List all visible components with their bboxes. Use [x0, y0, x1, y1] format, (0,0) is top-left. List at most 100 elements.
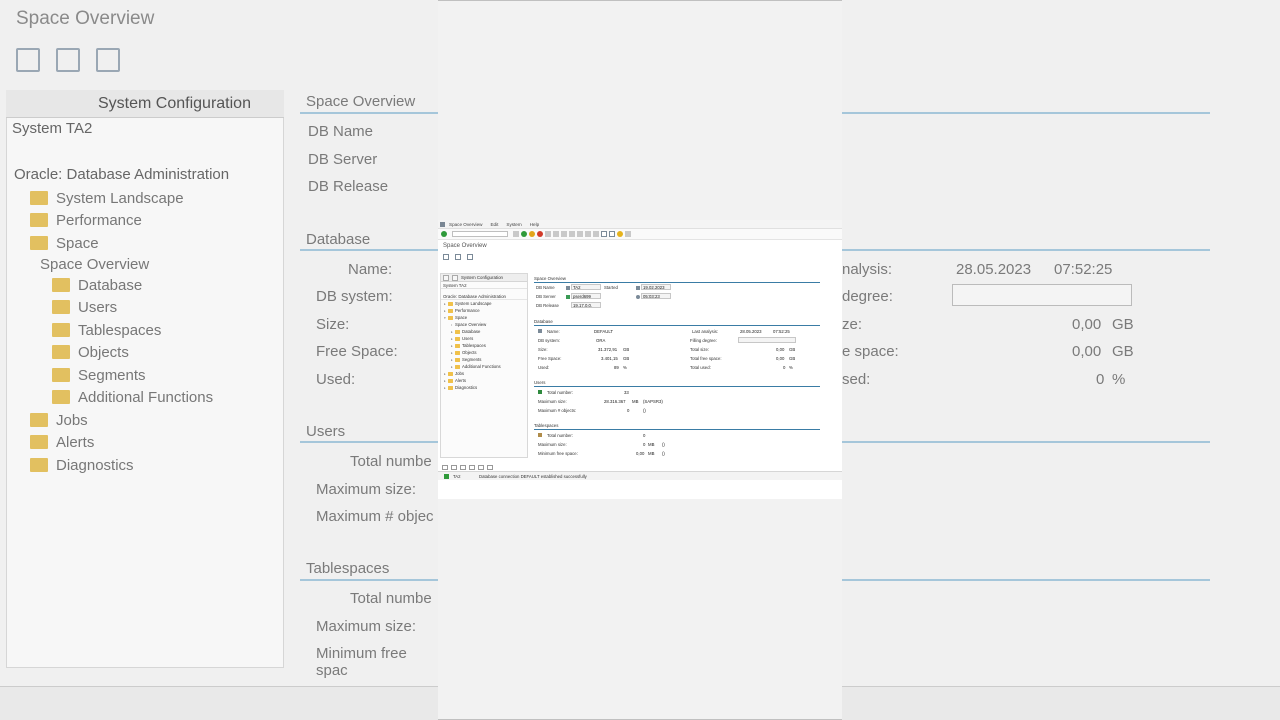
find-next-icon[interactable] [561, 231, 567, 237]
database-icon [538, 329, 542, 333]
shortcut-icon[interactable] [609, 231, 615, 237]
collapse-icon[interactable] [443, 274, 449, 281]
tree-item-label: Jobs [455, 371, 465, 376]
print-icon[interactable] [545, 231, 551, 237]
nav-back-icon[interactable] [442, 464, 448, 470]
db-system-label: DB system: [538, 338, 560, 343]
bg-label: 0 [1096, 371, 1105, 388]
bg-label: Users [306, 423, 346, 440]
print-icon[interactable] [487, 464, 493, 470]
refresh-icon[interactable] [467, 254, 473, 260]
tree-item[interactable]: ▸ Alerts [441, 377, 527, 384]
expand-icon[interactable] [452, 274, 458, 281]
bg-tree-item: Database [52, 277, 142, 294]
folder-icon [448, 315, 453, 320]
folder-icon [455, 336, 460, 341]
tree-item[interactable]: ▸ Database [441, 328, 527, 335]
tree-item[interactable]: ▸ Segments [441, 356, 527, 363]
bg-divider [300, 112, 438, 114]
users-total-label: Total number: [547, 390, 574, 395]
cancel-icon[interactable] [537, 231, 543, 237]
free-space-label: Free Space: [538, 356, 562, 361]
system-configuration-tab[interactable]: System Configuration [461, 275, 503, 280]
tree-item[interactable]: ▾ Space [441, 314, 527, 321]
details-icon[interactable] [460, 464, 466, 470]
bg-tree-item: Users [52, 299, 117, 316]
tree-item[interactable]: ▸ Tablespaces [441, 342, 527, 349]
bg-page-title: Space Overview [16, 8, 155, 29]
bg-tree-item: Diagnostics [30, 457, 134, 474]
prev-page-icon[interactable] [577, 231, 583, 237]
bg-toolbar-icon [16, 48, 40, 72]
sap-app-icon[interactable] [440, 221, 445, 227]
bg-tree-item: Segments [52, 367, 146, 384]
tree-item[interactable]: • Space Overview [441, 321, 527, 328]
last-page-icon[interactable] [593, 231, 599, 237]
sap-window: Space Overview Edit System Help Space Ov… [438, 220, 842, 499]
nav-forward-icon[interactable] [451, 464, 457, 470]
size-label: Size: [538, 347, 548, 352]
bg-label: DB Name [308, 123, 374, 140]
command-field[interactable] [452, 231, 508, 237]
delete-icon[interactable] [478, 464, 484, 470]
bg-label: 0,00 [1072, 316, 1102, 333]
used-label: Used: [538, 365, 550, 370]
bg-filling-bar [952, 284, 1132, 306]
system-selector[interactable]: System TA2 [441, 282, 527, 289]
save-icon[interactable] [513, 231, 519, 237]
bg-label: Total numbe [350, 453, 432, 470]
system-change-icon[interactable] [455, 254, 461, 260]
divider [534, 429, 820, 430]
tree-item[interactable]: ▸ Jobs [441, 370, 527, 377]
menu-item-help[interactable]: Help [530, 222, 539, 227]
used-unit: % [623, 365, 627, 370]
db-instance-label: Name: [547, 329, 560, 334]
application-toolbar [438, 252, 842, 262]
bg-label: Maximum size: [316, 481, 417, 498]
bg-label: degree: [842, 288, 893, 305]
last-analysis-time: 07:52:25 [773, 329, 790, 334]
bg-label: Tablespaces [306, 560, 390, 577]
bg-tree-item: Tablespaces [52, 322, 161, 339]
find-icon[interactable] [553, 231, 559, 237]
enter-icon[interactable] [441, 231, 447, 237]
history-icon[interactable] [469, 464, 475, 470]
tree-item[interactable]: ▸ Additional Functions [441, 363, 527, 370]
bg-tree-header: Oracle: Database Administration [14, 166, 230, 183]
bg-divider [842, 579, 1210, 581]
menu-item-space-overview[interactable]: Space Overview [449, 222, 482, 227]
menu-item-system[interactable]: System [506, 222, 521, 227]
tree-item[interactable]: ▸ Objects [441, 349, 527, 356]
next-page-icon[interactable] [585, 231, 591, 237]
tree-item-label: Tablespaces [462, 343, 486, 348]
bg-label: Minimum free spac [316, 645, 407, 679]
background-left-zoom: Space Overview System Configuration Syst… [0, 0, 438, 720]
success-icon [444, 473, 449, 479]
tree-item[interactable]: ▸ Users [441, 335, 527, 342]
users-max-size-unit: MB [632, 399, 639, 404]
exit-icon[interactable] [529, 231, 535, 237]
back-icon[interactable] [521, 231, 527, 237]
tree-item[interactable]: ▸ Diagnostics [441, 384, 527, 391]
db-server-label: DB Server [536, 294, 556, 299]
total-size-unit: GB [789, 347, 796, 352]
tree-item[interactable]: ▸ System Landscape [441, 300, 527, 307]
bg-label: DB Release [308, 178, 389, 195]
divider [534, 386, 820, 387]
ts-min-free-owner: () [662, 451, 665, 456]
ts-max-size-unit: MB [648, 442, 655, 447]
first-page-icon[interactable] [569, 231, 575, 237]
bg-label: Free Space: [316, 343, 398, 360]
show-navigation-icon[interactable] [443, 254, 449, 260]
bg-label: 28.05.2023 [956, 261, 1032, 278]
customize-layout-icon[interactable] [625, 231, 631, 237]
menu-item-edit[interactable]: Edit [490, 222, 498, 227]
bg-label: 0,00 [1072, 343, 1102, 360]
new-session-icon[interactable] [601, 231, 607, 237]
folder-icon [448, 301, 453, 306]
help-icon[interactable] [617, 231, 623, 237]
tree-item[interactable]: ▸ Performance [441, 307, 527, 314]
ts-max-size-value: 0 [643, 442, 646, 447]
ts-min-free-unit: MB [648, 451, 655, 456]
folder-icon [455, 343, 460, 348]
